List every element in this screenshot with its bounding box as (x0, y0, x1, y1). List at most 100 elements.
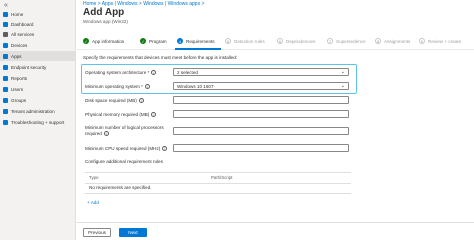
empty-table-message: No requirements are specified. (89, 185, 152, 190)
requirements-intro: Specify the requirements that devices mu… (83, 55, 238, 60)
main-content: Home > Apps | Windows > Windows | Window… (77, 0, 474, 240)
cpu-speed-label: Minimum CPU speed required (MHz) i (85, 146, 168, 152)
sidebar: « Home Dashboard All services Devices Ap… (0, 0, 76, 240)
os-architecture-label: Operating system architecture * i (85, 70, 157, 76)
next-button[interactable]: Next (119, 228, 147, 237)
cpu-speed-field[interactable] (173, 144, 349, 152)
page-title: Add App (83, 7, 125, 18)
step-program[interactable]: ✓ Program (140, 38, 167, 44)
apps-icon (3, 53, 8, 59)
min-os-value: Windows 10 1607 (177, 83, 214, 89)
step-number-badge: 9 (419, 38, 425, 44)
step-assignments[interactable]: 8 Assignments (375, 38, 410, 44)
step-label: Detection rules (234, 38, 265, 44)
reports-icon (3, 75, 8, 81)
column-header-type: Type (89, 175, 99, 180)
step-detection-rules[interactable]: 5 Detection rules (225, 38, 265, 44)
step-number-badge: 6 (277, 38, 283, 44)
sidebar-item-label: Devices (11, 42, 28, 48)
collapse-sidebar-icon[interactable]: « (4, 2, 8, 9)
disk-space-field[interactable] (173, 96, 349, 104)
physical-memory-field[interactable] (173, 110, 349, 118)
current-step-indicator (175, 48, 221, 50)
logical-processors-field[interactable] (173, 127, 349, 135)
endpoint-security-icon (3, 64, 8, 70)
sidebar-item-label: Reports (11, 75, 28, 81)
steps-divider (77, 49, 474, 50)
info-icon[interactable]: i (151, 112, 157, 118)
min-os-label: Minimum operating system * i (85, 84, 150, 90)
table-bottom-divider (85, 193, 351, 194)
sidebar-item-label: Home (11, 11, 24, 17)
dashboard-icon (3, 21, 8, 27)
sidebar-item-label: Groups (11, 97, 27, 103)
sidebar-item-tenant-administration[interactable]: Tenant administration (0, 106, 76, 116)
step-label: Dependencies (286, 38, 316, 44)
sidebar-item-label: Users (11, 86, 23, 92)
step-number-badge: 5 (225, 38, 231, 44)
devices-icon (3, 42, 8, 48)
step-review-create[interactable]: 9 Review + create (419, 38, 461, 44)
logical-processors-label: Minimum number of logical processors (85, 125, 164, 130)
sidebar-item-dashboard[interactable]: Dashboard (0, 19, 76, 29)
groups-icon (3, 97, 8, 103)
step-label: Assignments (384, 38, 411, 44)
step-dependencies[interactable]: 6 Dependencies (277, 38, 315, 44)
sidebar-item-apps[interactable]: Apps (0, 51, 76, 61)
sidebar-item-label: All services (11, 31, 35, 37)
os-architecture-dropdown[interactable]: 2 selected ⌄ (173, 68, 349, 76)
info-icon[interactable]: i (138, 98, 144, 104)
troubleshooting-icon (3, 119, 8, 125)
column-header-path-script: Path/Script (211, 175, 233, 180)
step-number-badge: 4 (177, 38, 183, 44)
sidebar-item-label: Endpoint security (11, 64, 47, 70)
chevron-down-icon: ⌄ (340, 83, 345, 89)
step-requirements[interactable]: 4 Requirements (177, 38, 215, 44)
info-icon[interactable]: i (151, 70, 157, 76)
sidebar-item-home[interactable]: Home (0, 9, 76, 19)
logical-processors-label-line2: required i (85, 131, 109, 137)
step-label: Supersedence (336, 38, 366, 44)
tenant-admin-icon (3, 108, 8, 114)
page-subtitle: Windows app (Win32) (83, 19, 128, 24)
step-label: Program (149, 38, 167, 44)
sidebar-item-endpoint-security[interactable]: Endpoint security (0, 62, 76, 72)
add-requirement-link[interactable]: + Add (87, 200, 99, 205)
step-label: Review + create (428, 38, 462, 44)
home-icon (3, 11, 8, 17)
users-icon (3, 86, 8, 92)
chevron-down-icon: ⌄ (340, 69, 345, 75)
disk-space-label: Disk space required (MB) i (85, 98, 144, 104)
all-services-icon (3, 31, 8, 37)
checkmark-icon: ✓ (83, 38, 89, 44)
min-os-dropdown[interactable]: Windows 10 1607 ⌄ (173, 82, 349, 90)
os-architecture-value: 2 selected (177, 69, 198, 75)
info-icon[interactable]: i (103, 131, 109, 137)
step-number-badge: 7 (327, 38, 333, 44)
table-header-divider (85, 183, 351, 184)
sidebar-item-reports[interactable]: Reports (0, 73, 76, 83)
previous-button[interactable]: Previous (83, 228, 111, 237)
sidebar-item-groups[interactable]: Groups (0, 95, 76, 105)
additional-rules-label: Configure additional requirement rules (85, 159, 163, 164)
step-label: App information (92, 38, 125, 44)
rules-table-header: Type Path/Script (85, 175, 351, 182)
sidebar-item-users[interactable]: Users (0, 84, 76, 94)
sidebar-item-label: Dashboard (11, 21, 34, 27)
sidebar-item-label: Tenant administration (11, 108, 55, 114)
step-number-badge: 8 (375, 38, 381, 44)
physical-memory-label: Physical memory required (MB) i (85, 112, 157, 118)
step-supersedence[interactable]: 7 Supersedence (327, 38, 366, 44)
wizard-footer: Previous Next (77, 222, 474, 240)
sidebar-item-all-services[interactable]: All services (0, 29, 76, 39)
sidebar-item-troubleshooting[interactable]: Troubleshooting + support (0, 117, 76, 127)
sidebar-item-label: Troubleshooting + support (11, 119, 65, 125)
step-app-information[interactable]: ✓ App information (83, 38, 124, 44)
info-icon[interactable]: i (162, 146, 168, 152)
step-label: Requirements (186, 38, 215, 44)
table-top-divider (85, 172, 351, 173)
sidebar-item-devices[interactable]: Devices (0, 40, 76, 50)
checkmark-icon: ✓ (140, 38, 146, 44)
info-icon[interactable]: i (144, 84, 150, 90)
sidebar-item-label: Apps (11, 53, 22, 59)
